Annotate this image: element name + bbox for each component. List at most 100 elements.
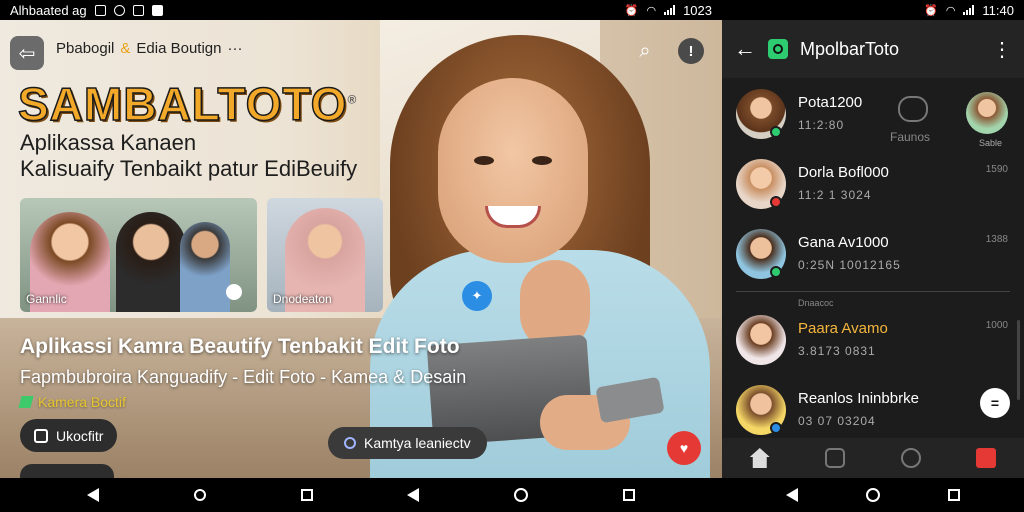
status-dot	[770, 422, 782, 434]
signal-icon	[664, 5, 676, 15]
arrow-left-icon: ⇦	[18, 42, 36, 65]
chat-time: 1590	[985, 164, 1008, 175]
nav-back-icon[interactable]	[786, 488, 798, 502]
source-link[interactable]: Kamera Boctif	[18, 394, 126, 410]
chat-row[interactable]: Reanlos Ininbbrke 03 07 03204	[722, 380, 1024, 446]
status-time: 1023	[683, 2, 712, 18]
nav-back-icon[interactable]	[407, 488, 420, 502]
heart-fab-button[interactable]: ♥	[667, 431, 701, 465]
hero-photo	[350, 30, 722, 478]
center-action-button[interactable]: Kamtya leaniectv	[328, 427, 487, 459]
chat-icon-label: Faunos	[890, 130, 931, 144]
nav-home-icon[interactable]	[866, 488, 880, 502]
gift-icon[interactable]	[976, 448, 997, 468]
image-icon	[151, 4, 163, 16]
tagline: Fapmbubroira Kanguadify - Edit Foto - Ka…	[20, 367, 467, 387]
sparkle-icon: ✦	[471, 288, 483, 303]
alarm-icon: ⏰	[924, 4, 938, 17]
secondary-pill-button[interactable]	[20, 464, 114, 478]
action-pill-button[interactable]: Ukocfitr	[20, 419, 118, 452]
compose-button[interactable]: =	[980, 388, 1010, 418]
chat-name: Gana Av1000	[798, 234, 889, 251]
chat-row[interactable]: Gana Av1000 0:25N 10012165 1388	[722, 224, 1024, 290]
profile-thumbnail-label: Sable	[978, 138, 1002, 148]
chat-bubble-icon[interactable]	[898, 96, 928, 122]
registered-mark: ®	[347, 92, 358, 107]
nav-back-icon[interactable]	[87, 488, 100, 502]
chat-meta: 11:2 1 3024	[798, 188, 872, 202]
notification-icon	[113, 4, 125, 16]
app-logo-icon	[768, 39, 788, 59]
nav-home-icon[interactable]	[513, 488, 528, 502]
status-dot	[770, 126, 782, 138]
nav-home-icon[interactable]	[193, 489, 206, 501]
wifi-icon: ◠	[945, 4, 956, 17]
nav-recents-icon[interactable]	[300, 489, 313, 501]
back-button[interactable]: ⇦	[10, 36, 44, 70]
header-amp: &	[120, 40, 131, 57]
chat-row[interactable]: Dorla Bofl000 11:2 1 3024 1590	[722, 154, 1024, 220]
more-dots-icon[interactable]: ···	[227, 40, 242, 57]
bottom-nav	[722, 438, 1024, 478]
system-nav-right	[722, 478, 1024, 512]
brand-logo: SAMBALTOTO®	[17, 77, 358, 131]
arrow-left-icon[interactable]: ←	[734, 36, 756, 62]
chat-time: 1388	[985, 234, 1008, 245]
badge-icon	[226, 284, 242, 300]
thumbnail-card[interactable]: Gannlic	[20, 198, 257, 312]
source-icon	[18, 396, 34, 408]
action-pill-label: Ukocfitr	[56, 427, 104, 444]
thumbnail-card[interactable]: Dnodeaton	[267, 198, 383, 312]
system-nav-left	[0, 478, 722, 512]
heart-icon: ♥	[679, 440, 689, 456]
app-header-title: Pbabogil & Edia Boutign ···	[56, 40, 242, 57]
chat-name: Pota1200	[798, 94, 863, 111]
header-title-part2: Edia Boutign	[136, 40, 222, 57]
camera-icon	[34, 428, 48, 443]
wifi-icon: ◠	[646, 4, 657, 17]
beauty-camera-app: ⇦ Pbabogil & Edia Boutign ··· ⌕ ! SAMBAL…	[0, 20, 722, 478]
center-action-label: Kamtya leaniectv	[364, 435, 471, 451]
scrollbar[interactable]	[1017, 320, 1020, 400]
thumbnail-label: Gannlic	[26, 292, 67, 306]
profile-thumbnail[interactable]	[966, 92, 1008, 134]
chat-row[interactable]: Paara Avamo 3.8173 0831 1000	[722, 310, 1024, 376]
subtitle-line1: Aplikassa Kanaen	[20, 130, 197, 155]
header-title-part1: Pbabogil	[56, 40, 115, 57]
thumbnail-strip: Gannlic Dnodeaton	[20, 198, 383, 312]
screen: Alhbaated ag ⏰ ◠ 1023 ⏰ ◠ 11:40 ⇦ Pbabog…	[0, 0, 1024, 512]
notification-icon	[94, 4, 106, 16]
avatar	[736, 315, 786, 365]
chat-name: Paara Avamo	[798, 320, 888, 337]
thumbnail-label: Dnodeaton	[273, 292, 332, 306]
chat-meta: 11:2:80	[798, 118, 845, 132]
info-icon[interactable]: !	[678, 38, 704, 64]
chat-bubble-icon	[344, 437, 356, 449]
subtitle-line2: Kalisuaify Tenbaikt patur EdiBeuify	[20, 156, 358, 181]
alarm-icon: ⏰	[624, 4, 639, 17]
camera-icon[interactable]	[825, 448, 846, 468]
home-icon[interactable]	[749, 448, 770, 468]
app-title: MpolbarToto	[800, 38, 900, 59]
edit-fab-button[interactable]: ✦	[462, 281, 492, 311]
app-bar: ← MpolbarToto ⋮	[722, 20, 1024, 78]
status-dot	[770, 196, 782, 208]
status-dot	[770, 266, 782, 278]
notification-icon	[132, 4, 144, 16]
status-time: 11:40	[982, 2, 1014, 18]
status-bar-left: Alhbaated ag ⏰ ◠ 1023	[0, 0, 722, 20]
nav-recents-icon[interactable]	[948, 489, 960, 501]
equals-icon: =	[990, 395, 1000, 411]
status-bar-right: ⏰ ◠ 11:40	[722, 0, 1024, 20]
source-label: Kamera Boctif	[38, 394, 126, 410]
headline: Aplikassi Kamra Beautify Tenbakit Edit F…	[20, 335, 460, 358]
chat-meta: 0:25N 10012165	[798, 258, 901, 272]
signal-icon	[963, 5, 975, 15]
chat-icon[interactable]	[900, 448, 921, 468]
nav-recents-icon[interactable]	[622, 489, 635, 501]
search-icon[interactable]: ⌕	[632, 38, 658, 64]
more-vert-icon[interactable]: ⋮	[992, 37, 1012, 62]
section-label: Dnaacoc	[798, 298, 834, 308]
status-text: Alhbaated ag	[10, 2, 87, 18]
chat-list-app: ← MpolbarToto ⋮ Pota1200 11:2:80 Faunos …	[722, 20, 1024, 478]
